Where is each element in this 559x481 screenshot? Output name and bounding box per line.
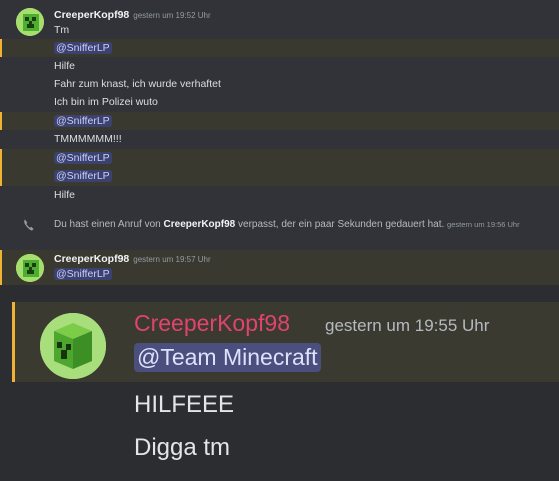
message-row[interactable]: Ich bin im Polizei wuto xyxy=(0,93,559,111)
message-text: TMMMMMM!!! xyxy=(54,133,122,145)
message-row[interactable]: Tm xyxy=(0,21,559,39)
avatar[interactable] xyxy=(40,313,106,379)
user-mention[interactable]: @SnifferLP xyxy=(54,42,112,54)
message-row[interactable]: Fahr zum knast, ich wurde verhaftet xyxy=(0,75,559,93)
timestamp: gestern um 19:57 Uhr xyxy=(133,255,211,264)
avatar[interactable] xyxy=(16,254,44,282)
message-text: Fahr zum knast, ich wurde verhaftet xyxy=(54,78,221,90)
message-row[interactable]: Hilfe xyxy=(0,186,559,204)
message-text: Digga tm xyxy=(134,434,231,461)
message-text: HILFEEE xyxy=(134,391,235,418)
chat-area: CreeperKopf98 gestern um 19:52 Uhr Tm @Sn… xyxy=(0,0,559,285)
timestamp: gestern um 19:55 Uhr xyxy=(325,316,490,335)
caller-name[interactable]: CreeperKopf98 xyxy=(164,219,236,230)
user-mention[interactable]: @SnifferLP xyxy=(54,170,112,182)
user-mention[interactable]: @SnifferLP xyxy=(54,115,112,127)
missed-call-suffix: verpasst, der ein paar Sekunden gedauert… xyxy=(238,219,445,230)
message-row-mention[interactable]: @SnifferLP @SnifferLP xyxy=(0,149,559,186)
message-text: Hilfe xyxy=(54,189,76,201)
missed-call-prefix: Du hast einen Anruf von xyxy=(54,219,161,230)
message-text: Hilfe xyxy=(54,60,76,72)
user-mention[interactable]: @SnifferLP xyxy=(54,152,112,164)
timestamp: gestern um 19:56 Uhr xyxy=(447,220,520,229)
creeper-icon xyxy=(16,254,44,282)
message-row[interactable]: TMMMMMM!!! xyxy=(0,130,559,148)
missed-call-message: Du hast einen Anruf von CreeperKopf98 ve… xyxy=(54,219,520,230)
message-text: Ich bin im Polizei wuto xyxy=(54,96,158,108)
timestamp: gestern um 19:52 Uhr xyxy=(133,11,211,20)
message-row[interactable]: Hilfe xyxy=(0,57,559,75)
username[interactable]: CreeperKopf98 xyxy=(134,310,290,337)
message-row-mention[interactable]: @SnifferLP xyxy=(0,112,559,130)
user-mention[interactable]: @SnifferLP xyxy=(54,268,112,280)
message-group-mention[interactable]: CreeperKopf98 gestern um 19:57 Uhr @Sniff… xyxy=(0,250,559,285)
username[interactable]: CreeperKopf98 xyxy=(54,253,129,265)
role-mention[interactable]: @Team Minecraft xyxy=(134,343,321,372)
username[interactable]: CreeperKopf98 xyxy=(54,9,129,21)
phone-icon xyxy=(24,219,34,231)
message-row-mention[interactable]: @SnifferLP xyxy=(0,39,559,57)
message-text: Tm xyxy=(54,24,70,36)
creeper-icon xyxy=(40,313,106,379)
